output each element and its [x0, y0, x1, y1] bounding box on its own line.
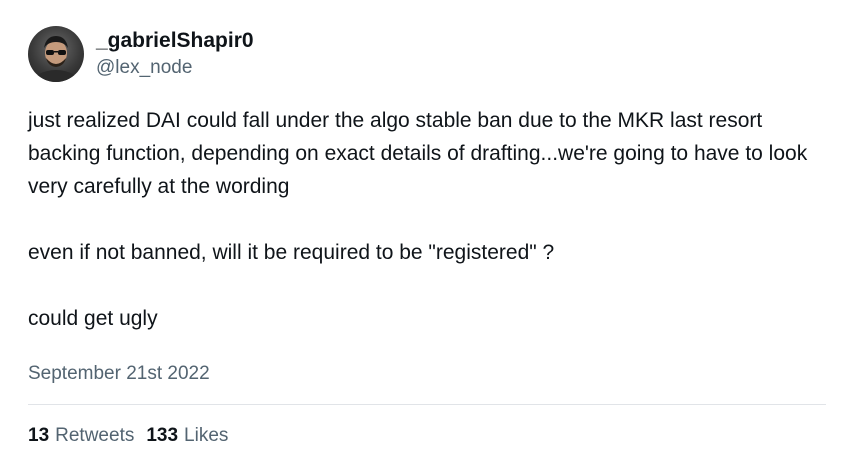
tweet-stats: 13 Retweets 133 Likes — [28, 424, 240, 448]
avatar[interactable] — [28, 26, 84, 82]
author-display-name[interactable]: _gabrielShapir0 — [96, 28, 254, 54]
retweets-count: 13 — [28, 425, 50, 446]
author-names: _gabrielShapir0 @lex_node — [96, 28, 254, 80]
tweet-paragraph-2: even if not banned, will it be required … — [28, 241, 555, 264]
retweets-label: Retweets — [55, 425, 135, 446]
retweets-stat[interactable]: 13 Retweets — [28, 424, 134, 448]
likes-count: 133 — [146, 425, 179, 446]
tweet-paragraph-1: just realized DAI could fall under the a… — [28, 109, 808, 198]
likes-label: Likes — [184, 425, 229, 446]
avatar-icon — [32, 36, 80, 82]
stats-divider — [28, 404, 826, 405]
tweet-body: just realized DAI could fall under the a… — [28, 104, 828, 335]
likes-stat[interactable]: 133 Likes — [146, 424, 228, 448]
tweet-date[interactable]: September 21st 2022 — [28, 362, 210, 386]
author-handle[interactable]: @lex_node — [96, 56, 254, 80]
tweet-header: _gabrielShapir0 @lex_node — [28, 26, 254, 82]
tweet-paragraph-3: could get ugly — [28, 307, 158, 330]
